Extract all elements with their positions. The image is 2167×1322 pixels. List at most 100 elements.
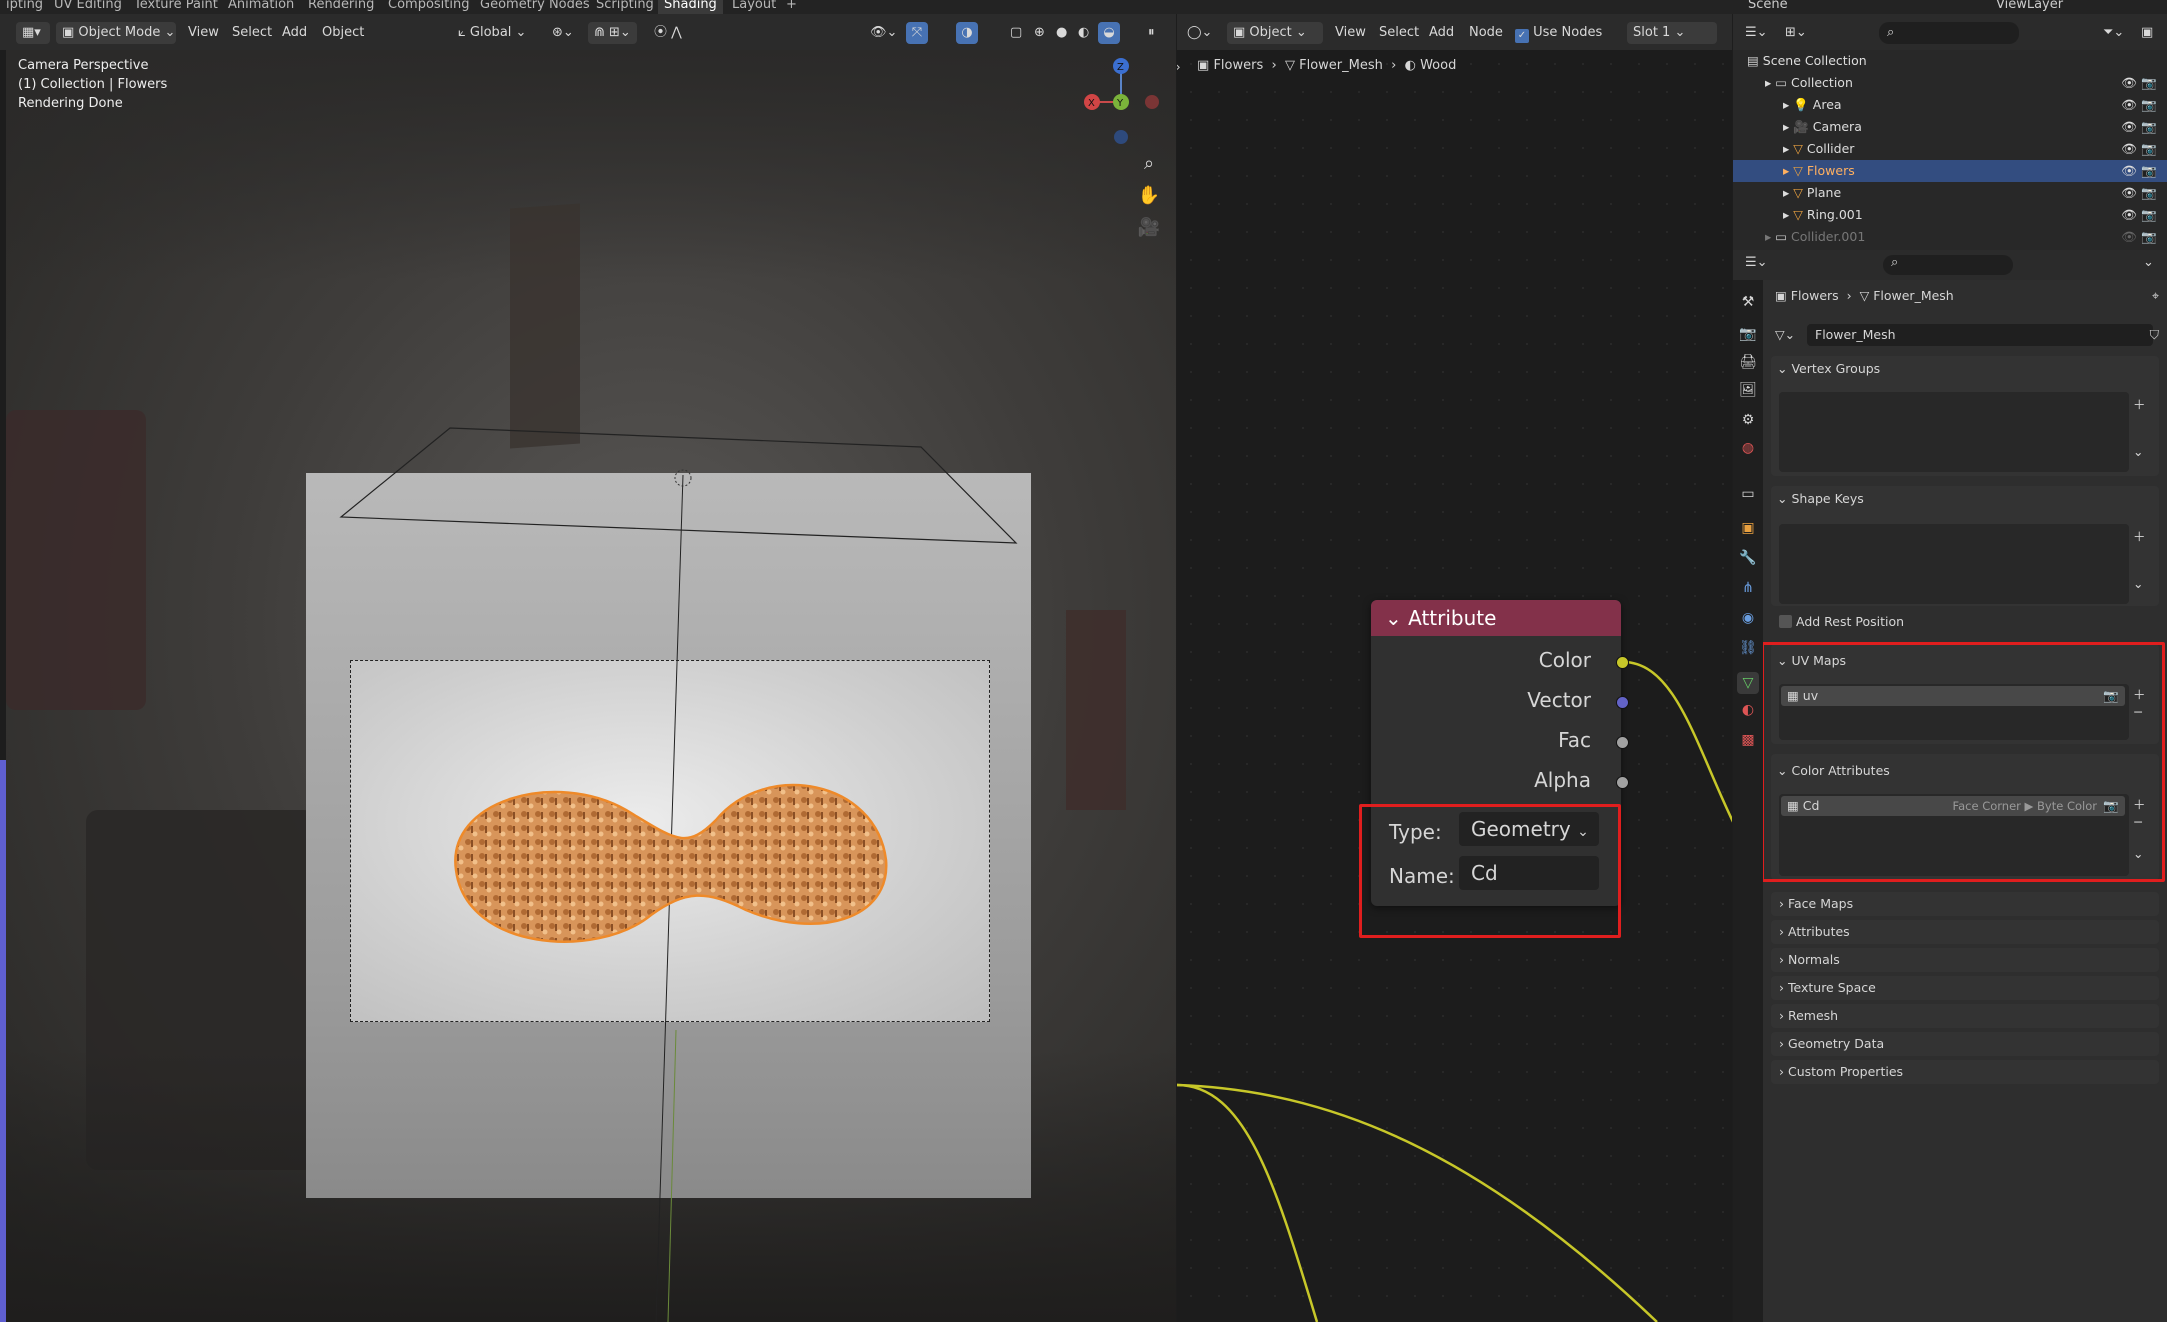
outliner-row[interactable]: ▸ ▭ Collider.001 👁 📷 (1733, 226, 2167, 248)
render-camera-icon[interactable]: 📷 (2141, 182, 2157, 204)
pause-render-icon[interactable]: ⏸ (1148, 22, 1155, 44)
outliner-row[interactable]: ▸ 🎥 Camera 👁 📷 (1733, 116, 2167, 138)
node-view-menu[interactable]: View (1335, 22, 1366, 44)
shape-keys-list[interactable] (1779, 524, 2129, 604)
visibility-eye-icon[interactable]: 👁 (2121, 94, 2137, 116)
tab-scripting-partial[interactable]: ipting (0, 0, 49, 14)
view-menu[interactable]: View (188, 22, 219, 44)
socket-fac[interactable] (1616, 736, 1629, 749)
view-layer-selector[interactable]: ViewLayer (1990, 0, 2069, 14)
transform-orientation[interactable]: ⟀ Global ⌄ (458, 22, 526, 44)
object-tab-icon[interactable]: ▣ (1737, 520, 1759, 536)
shader-node-editor[interactable]: ▣ Flowers › ▽ Flower_Mesh › ◐ Wood ‹› ⌄ … (1177, 50, 1732, 1322)
outliner[interactable]: ▤ Scene Collection ▸ ▭ Collection 👁 📷 ▸ 💡 Ar… (1733, 50, 2167, 250)
collapsed-panel-remesh[interactable]: › Remesh (1771, 1004, 2159, 1028)
socket-vector[interactable] (1616, 696, 1629, 709)
mesh-name-field[interactable]: Flower_Mesh (1807, 324, 2153, 346)
proportional-edit-icon[interactable]: ⦿ ⋀ (654, 22, 682, 44)
outliner-row[interactable]: ▸ ▽ Ring.001 👁 📷 (1733, 204, 2167, 226)
snap-icon[interactable]: ⋒ ⊞⌄ (588, 22, 637, 44)
fake-user-shield-icon[interactable]: ⛉ (2150, 324, 2159, 346)
shape-keys-header[interactable]: ⌄ Shape Keys (1777, 488, 1864, 510)
visibility-eye-icon[interactable]: 👁 (2121, 138, 2137, 160)
slot-selector[interactable]: Slot 1 ⌄ (1627, 22, 1717, 44)
render-camera-icon[interactable]: 📷 (2141, 138, 2157, 160)
outliner-search-input[interactable]: ⌕ (1879, 22, 2019, 44)
collapsed-panel-custom-properties[interactable]: › Custom Properties (1771, 1060, 2159, 1084)
properties-search-input[interactable]: ⌕ (1883, 255, 2013, 275)
outliner-row[interactable]: ▸ ▽ Collider 👁 📷 (1733, 138, 2167, 160)
render-tab-icon[interactable]: 📷 (1737, 326, 1759, 342)
visibility-eye-icon[interactable]: 👁 (2121, 182, 2137, 204)
add-menu[interactable]: Add (282, 22, 307, 44)
collapsed-panel-attributes[interactable]: › Attributes (1771, 920, 2159, 944)
add-workspace-button[interactable]: + (780, 0, 803, 14)
attribute-node-header[interactable]: ⌄ Attribute (1371, 600, 1621, 636)
constraints-tab-icon[interactable]: ⛓ (1737, 640, 1759, 656)
scene-selector[interactable]: Scene (1742, 0, 1794, 14)
view-layer-tab-icon[interactable]: 🖼 (1737, 382, 1759, 398)
collapsed-panel-normals[interactable]: › Normals (1771, 948, 2159, 972)
output-tab-icon[interactable]: 🖨 (1737, 354, 1759, 370)
gizmo-toggle-icon[interactable]: ⤧ (906, 22, 928, 44)
navigation-gizmo[interactable]: Z X Y (1076, 50, 1176, 150)
object-menu[interactable]: Object (322, 22, 364, 44)
collapsed-panel-geometry-data[interactable]: › Geometry Data (1771, 1032, 2159, 1056)
outliner-row[interactable]: ▸ ▭ Collection 👁 📷 (1733, 72, 2167, 94)
node-menu[interactable]: Node (1469, 22, 1503, 44)
socket-color[interactable] (1616, 656, 1629, 669)
collapsed-panel-texture-space[interactable]: › Texture Space (1771, 976, 2159, 1000)
scene-tab-icon[interactable]: ⚙ (1737, 412, 1759, 428)
modifier-tab-icon[interactable]: 🔧 (1737, 550, 1759, 566)
add-rest-position-checkbox[interactable]: Add Rest Position (1779, 614, 1904, 629)
tab-rendering[interactable]: Rendering (302, 0, 380, 14)
collection-tab-icon[interactable]: ▭ (1737, 486, 1759, 502)
shading-material-icon[interactable]: ◐ (1078, 22, 1089, 44)
socket-alpha[interactable] (1616, 776, 1629, 789)
outliner-row[interactable]: ▤ Scene Collection (1733, 50, 2167, 72)
xray-icon[interactable]: ▢ (1010, 22, 1022, 44)
pivot-icon[interactable]: ⊛⌄ (552, 22, 574, 44)
filter-icon[interactable]: ⏷⌄ (2103, 22, 2124, 44)
texture-tab-icon[interactable]: ▩ (1737, 732, 1759, 748)
render-camera-icon[interactable]: 📷 (2141, 72, 2157, 94)
camera-view-icon[interactable]: 🎥 (1136, 214, 1162, 240)
render-camera-icon[interactable]: 📷 (2141, 94, 2157, 116)
zoom-icon[interactable]: ⌕ (1136, 150, 1162, 176)
shader-type-selector[interactable]: ▣ Object ⌄ (1227, 22, 1323, 44)
outliner-row[interactable]: ▸ 💡 Area 👁 📷 (1733, 94, 2167, 116)
tab-geometry-nodes[interactable]: Geometry Nodes (474, 0, 596, 14)
shape-key-menu-icon[interactable]: ⌄ (2133, 576, 2143, 591)
mode-selector[interactable]: ▣ Object Mode ⌄ (56, 22, 176, 44)
render-camera-icon[interactable]: 📷 (2141, 204, 2157, 226)
shading-wireframe-icon[interactable]: ⊕ (1034, 22, 1045, 44)
outliner-row[interactable]: ▸ ▽ Plane 👁 📷 (1733, 182, 2167, 204)
visibility-eye-icon[interactable]: 👁 (2121, 226, 2137, 248)
collapsed-panel-face-maps[interactable]: › Face Maps (1771, 892, 2159, 916)
tab-layout[interactable]: Layout (726, 0, 782, 14)
properties-editor-icon[interactable]: ☰⌄ (1745, 255, 1768, 270)
visibility-eye-icon[interactable]: 👁 (2121, 72, 2137, 94)
vertex-group-menu-icon[interactable]: ⌄ (2133, 444, 2143, 459)
display-mode-icon[interactable]: ⊞⌄ (1785, 22, 1807, 44)
visibility-icon[interactable]: 👁⌄ (870, 22, 897, 44)
node-select-menu[interactable]: Select (1379, 22, 1419, 44)
add-vertex-group-icon[interactable]: ＋ (2133, 394, 2146, 413)
chevron-down-icon[interactable]: ⌄ (1385, 606, 1402, 630)
select-menu[interactable]: Select (232, 22, 272, 44)
use-nodes-toggle[interactable]: ✓ Use Nodes (1515, 22, 1602, 44)
editor-type-icon[interactable]: ▦▾ (16, 22, 50, 44)
outliner-row[interactable]: ▸ ▽ Flowers 👁 📷 (1733, 160, 2167, 182)
visibility-eye-icon[interactable]: 👁 (2121, 204, 2137, 226)
shading-rendered-icon[interactable]: ◒ (1098, 22, 1120, 44)
tab-texture-paint[interactable]: Texture Paint (128, 0, 224, 14)
world-tab-icon[interactable]: ◍ (1737, 440, 1759, 456)
3d-viewport[interactable]: Camera Perspective (1) Collection | Flow… (6, 50, 1176, 1322)
mesh-data-tab-icon[interactable]: ▽ (1737, 672, 1759, 694)
vertex-groups-header[interactable]: ⌄ Vertex Groups (1777, 358, 1880, 380)
visibility-eye-icon[interactable]: 👁 (2121, 160, 2137, 182)
pin-icon[interactable]: ⌖ (2152, 288, 2159, 304)
node-add-menu[interactable]: Add (1429, 22, 1454, 44)
pan-hand-icon[interactable]: ✋ (1136, 182, 1162, 208)
render-camera-icon[interactable]: 📷 (2141, 226, 2157, 248)
